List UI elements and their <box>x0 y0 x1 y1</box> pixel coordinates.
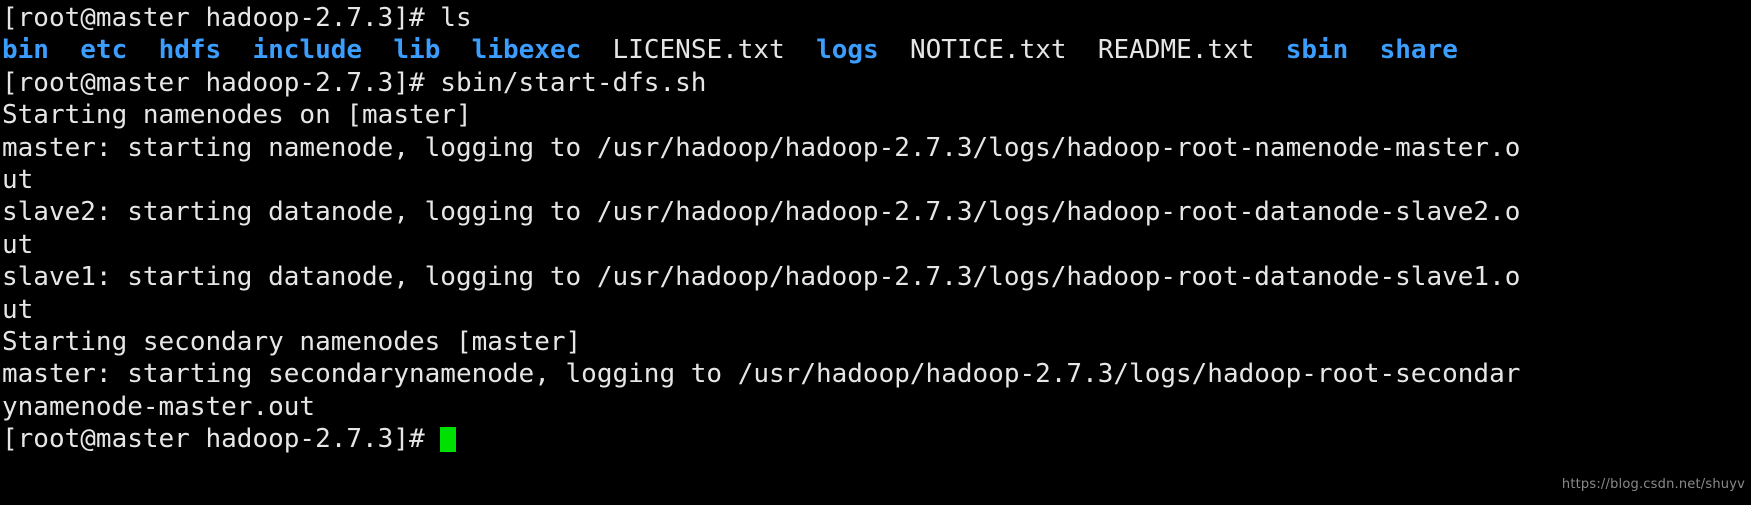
line-14-final-prompt: [root@master hadoop-2.7.3]# <box>0 423 1751 455</box>
terminal-text: Starting secondary namenodes [master] <box>2 326 582 357</box>
line-11-starting-secondary: Starting secondary namenodes [master] <box>0 326 1751 358</box>
directory-name: lib <box>393 35 441 66</box>
terminal-text: slave1: starting datanode, logging to /u… <box>2 262 1521 293</box>
terminal-text: NOTICE.txt README.txt <box>878 35 1286 66</box>
terminal-text: [root@master hadoop-2.7.3]# <box>2 424 441 455</box>
terminal-text: ut <box>2 229 34 260</box>
line-7-slave2-datanode: slave2: starting datanode, logging to /u… <box>0 196 1751 228</box>
directory-name: share <box>1379 35 1458 66</box>
line-9-slave1-datanode: slave1: starting datanode, logging to /u… <box>0 261 1751 293</box>
directory-name: include <box>252 35 363 66</box>
line-8-wrap-ut-b: ut <box>0 229 1751 261</box>
line-2-ls-output: bin etc hdfs include lib libexec LICENSE… <box>0 34 1751 66</box>
directory-name: logs <box>816 35 879 66</box>
directory-name: etc <box>80 35 128 66</box>
terminal-text: slave2: starting datanode, logging to /u… <box>2 197 1521 228</box>
line-12-master-secondarynamenode: master: starting secondarynamenode, logg… <box>0 358 1751 390</box>
terminal-text: LICENSE.txt <box>581 35 817 66</box>
line-1-prompt-ls: [root@master hadoop-2.7.3]# ls <box>0 2 1751 34</box>
line-6-wrap-ut-a: ut <box>0 164 1751 196</box>
line-10-wrap-ut-c: ut <box>0 294 1751 326</box>
terminal-text: master: starting namenode, logging to /u… <box>2 132 1521 163</box>
terminal-text: ynamenode-master.out <box>2 391 316 422</box>
directory-name: hdfs <box>158 35 222 66</box>
line-13-wrap-ynamenode: ynamenode-master.out <box>0 391 1751 423</box>
directory-name: bin <box>2 35 49 66</box>
terminal-text: [root@master hadoop-2.7.3]# sbin/start-d… <box>2 67 707 98</box>
terminal-text: ut <box>2 164 34 195</box>
watermark-text: https://blog.csdn.net/shuyv <box>1561 476 1745 492</box>
terminal-output[interactable]: [root@master hadoop-2.7.3]# ls bin etc hd… <box>0 2 1751 455</box>
line-4-starting-namenodes: Starting namenodes on [master] <box>0 99 1751 131</box>
terminal-text: Starting namenodes on [master] <box>2 100 472 131</box>
terminal-window[interactable]: [root@master hadoop-2.7.3]# ls bin etc hd… <box>0 0 1751 505</box>
directory-name: sbin <box>1285 35 1349 66</box>
line-3-prompt-startdfs: [root@master hadoop-2.7.3]# sbin/start-d… <box>0 67 1751 99</box>
terminal-text: [root@master hadoop-2.7.3]# ls <box>2 3 472 33</box>
line-5-master-namenode: master: starting namenode, logging to /u… <box>0 132 1751 164</box>
terminal-text: ut <box>2 294 34 325</box>
text-cursor <box>440 427 457 453</box>
directory-name: libexec <box>471 35 582 66</box>
terminal-text: master: starting secondarynamenode, logg… <box>2 359 1521 390</box>
